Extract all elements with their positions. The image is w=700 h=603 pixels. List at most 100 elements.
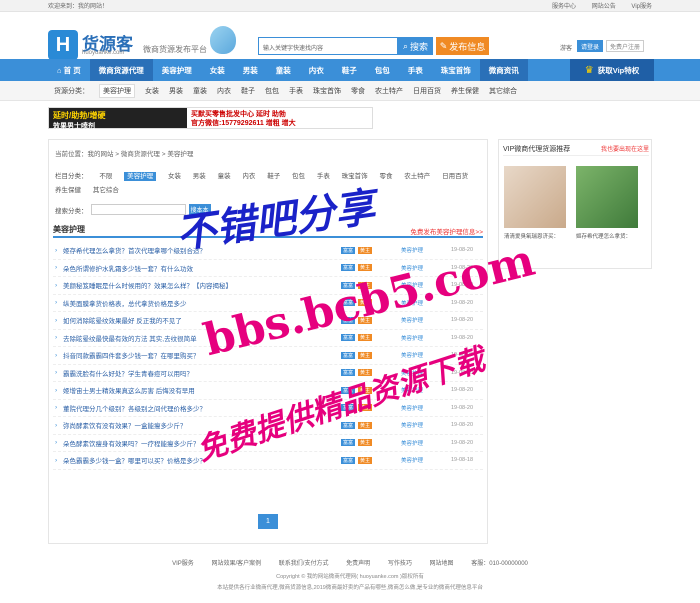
list-item-title[interactable]: 弥尚酵素饮有没有效果？一盒能瘦多少斤？ [63,420,187,430]
nav-kids[interactable]: 童装 [267,59,300,81]
top-link-notice[interactable]: 网站公告 [592,4,616,10]
ad-banner[interactable]: 延时/助勃/增硬 效果男士喷剂 买默买零售批发中心 延时 助勃 官方微信:15779… [48,107,373,130]
nav-home[interactable]: ⌂ 首 页 [48,59,90,81]
search-input[interactable]: 输入关键字快速找内容 [258,37,398,55]
nav-underwear[interactable]: 内衣 [300,59,333,81]
filter-item-selected[interactable]: 美容护理 [124,172,157,181]
list-item-title[interactable]: 美颜秘笈睡眠是什么时候用的？效果怎么样？【内容揭秘】 [63,280,232,290]
filter-item[interactable]: 零食 [379,173,392,180]
top-link-service[interactable]: 服务中心 [552,4,576,10]
logo-domain: huoyuanke.com [82,50,125,56]
nav-beauty[interactable]: 美容护理 [153,59,201,81]
list-item-title[interactable]: 姬增宙士男士精效果真这么厉害 后悔没有早用 [63,385,195,395]
footer-link[interactable]: 免责声明 [346,561,370,567]
list-search-input[interactable] [90,204,186,215]
list-item-title[interactable]: 朵色霸霸多少钱一盒？哪里可以买？价格是多少？ [63,455,206,465]
filter-item[interactable]: 内衣 [242,173,255,180]
list-more-link[interactable]: 免费发布美容护理信息>> [410,226,483,236]
filter-item[interactable]: 其它综合 [93,187,119,194]
side-card[interactable] [504,166,566,231]
category-item[interactable]: 包包 [265,86,279,96]
nav-bags[interactable]: 包包 [366,59,399,81]
nav-men[interactable]: 男装 [234,59,267,81]
footer-link[interactable]: 网站效果/客户案例 [211,561,261,567]
nav-agent[interactable]: 微商货源代理 [89,59,153,81]
category-item[interactable]: 鞋子 [241,86,255,96]
footer-link[interactable]: 写作技巧 [388,561,412,567]
side-caption[interactable]: 姬存希代理怎么拿货： [576,232,631,240]
filter-item[interactable]: 包包 [292,173,305,180]
category-item[interactable]: 零食 [351,86,365,96]
product-image [504,166,566,228]
filter-item[interactable]: 童装 [218,173,231,180]
category-item[interactable]: 手表 [289,86,303,96]
arrow-icon: › [55,334,58,342]
filter-item[interactable]: 男装 [193,173,206,180]
list-item-title[interactable]: 纵美面膜拿货价格表，总代拿货价格是多少 [63,298,187,308]
list-item-title[interactable]: 朵色酵素饮瘦身有效果吗？一疗程能瘦多少斤？ [63,438,200,448]
category-item[interactable]: 珠宝首饰 [313,86,341,96]
nav-watches[interactable]: 手表 [399,59,432,81]
product-image [576,166,638,228]
publish-button[interactable]: ✎ 发布信息 [436,37,489,55]
vip-button[interactable]: ♛ 获取Vip特权 [570,59,654,81]
category-item[interactable]: 日用百货 [413,86,441,96]
category-items: 货源分类： 美容护理 女装 男装 童装 内衣 鞋子 包包 手表 珠宝首饰 零食 … [54,81,527,101]
list-item-category[interactable]: 美容护理 [401,439,423,447]
list-item-title[interactable]: 霸霸洗脸有什么好处？学生青春痘可以用吗？ [63,368,193,378]
list-item-date: 19-08-18 [451,457,474,464]
ad-left: 延时/助勃/增硬 效果男士喷剂 [49,108,187,130]
side-card[interactable] [576,166,638,231]
main-nav: ⌂ 首 页 微商货源代理 美容护理 女装 男装 童装 内衣 鞋子 包包 手表 珠… [0,59,700,81]
filter-item[interactable]: 农土特产 [404,173,430,180]
category-item[interactable]: 内衣 [217,86,231,96]
list-item-category[interactable]: 美容护理 [401,246,423,254]
arrow-icon: › [55,351,58,359]
nav-women[interactable]: 女装 [201,59,234,81]
footer-link[interactable]: VIP服务 [172,561,194,567]
nav-news[interactable]: 微商资讯 [479,59,528,81]
side-more-link[interactable]: 我也要出现在这里 [601,144,649,153]
top-link-vip[interactable]: Vip服务 [631,4,652,10]
category-item[interactable]: 农土特产 [375,86,403,96]
footer-link[interactable]: 联系我们/支付方式 [279,561,329,567]
filter-item[interactable]: 鞋子 [267,173,280,180]
category-item[interactable]: 养生保健 [451,86,479,96]
list-item-title[interactable]: 抖音同款霸霸四件套多少钱一套？在哪里购买？ [63,350,200,360]
filter-item[interactable]: 日用百货 [442,173,468,180]
category-item[interactable]: 其它综合 [489,86,517,96]
badge-rich: 富富 [341,439,356,447]
home-icon: ⌂ [57,65,64,75]
nav-shoes[interactable]: 鞋子 [333,59,366,81]
filter-item[interactable]: 不限 [99,173,112,180]
list-item-date: 19-08-20 [451,404,474,411]
badge-owner: 黄主 [358,421,373,429]
list-item[interactable]: › 朵色霸霸多少钱一盒？哪里可以买？价格是多少？ 富富 黄主 美容护理 19-08-18 [53,452,483,470]
search-button[interactable]: ⌕ 搜索 [398,37,433,55]
logo-icon[interactable]: H [48,30,78,60]
category-item[interactable]: 美容护理 [99,84,135,98]
arrow-icon: › [55,316,58,324]
list-item-date: 19-08-20 [451,439,474,446]
list-item-title[interactable]: 如何消除眩晕纹效果最好 反正我的不见了 [63,315,182,325]
nav-jewelry[interactable]: 珠宝首饰 [432,59,480,81]
badge-owner: 黄主 [358,351,373,359]
category-item[interactable]: 童装 [193,86,207,96]
filter-item[interactable]: 女装 [168,173,181,180]
list-item-category[interactable]: 美容护理 [401,421,423,429]
footer-link[interactable]: 网站地图 [430,561,454,567]
list-item-title[interactable]: 董院代理分几个级别？各级别之间代理价格多少？ [63,403,206,413]
page-1-button[interactable]: 1 [258,514,278,529]
register-button[interactable]: 免费户注册 [606,40,644,52]
category-item[interactable]: 女装 [145,86,159,96]
list-item-title[interactable]: 去除眩晕纹最快最有效的方法 其实,去纹很简单 [63,333,197,343]
list-item-title[interactable]: 朵色所谓修护水乳霜多少钱一套？有什么功效 [63,263,193,273]
filter-item[interactable]: 手表 [317,173,330,180]
list-item-category[interactable]: 美容护理 [401,404,423,412]
list-item-category[interactable]: 美容护理 [401,456,423,464]
filter-item[interactable]: 养生保健 [55,187,81,194]
footer-phone: 客服：010-00000000 [471,561,528,567]
list-item-category[interactable]: 美容护理 [401,334,423,342]
login-button[interactable]: 请登录 [577,40,603,52]
category-item[interactable]: 男装 [169,86,183,96]
